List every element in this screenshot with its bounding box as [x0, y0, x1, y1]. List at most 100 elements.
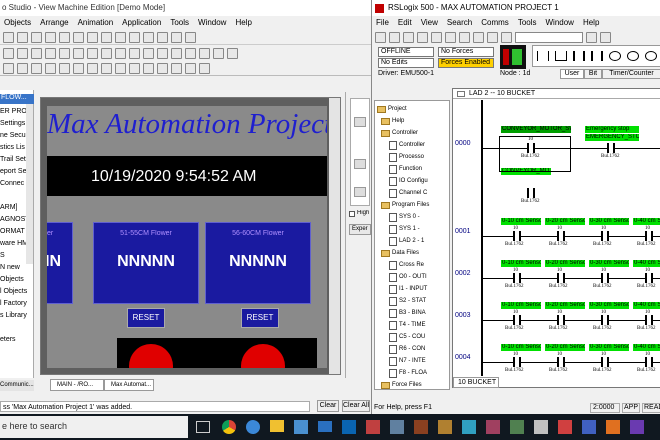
xic-contact[interactable]: [557, 273, 565, 283]
flip-h-icon[interactable]: [171, 63, 182, 74]
search-box[interactable]: e here to search: [0, 416, 188, 438]
save-icon[interactable]: [403, 31, 414, 43]
tree-item[interactable]: Controller: [377, 139, 449, 151]
tree-item[interactable]: S2 - STAT: [377, 295, 449, 307]
palette-thumb-3[interactable]: [354, 187, 366, 197]
line-tool-icon[interactable]: [17, 47, 28, 59]
ungroup-icon[interactable]: [45, 63, 56, 74]
undo-icon[interactable]: [73, 31, 84, 43]
app-icon-3[interactable]: [414, 420, 428, 434]
menu-animation[interactable]: Animation: [78, 17, 114, 29]
app-icon-9[interactable]: [558, 420, 572, 434]
tree-item[interactable]: C5 - COU: [377, 331, 449, 343]
app-icon-5[interactable]: [462, 420, 476, 434]
xic-contact[interactable]: [513, 273, 521, 283]
instr-rung-icon[interactable]: [537, 51, 549, 61]
search-combo[interactable]: [515, 31, 583, 43]
xic-contact[interactable]: [645, 273, 653, 283]
rectangle-tool-icon[interactable]: [45, 47, 56, 59]
rotate-icon[interactable]: [199, 63, 210, 74]
xic-contact[interactable]: [557, 315, 565, 325]
file-explorer-icon[interactable]: [270, 420, 284, 432]
xic-contact[interactable]: [645, 357, 653, 367]
tree-item[interactable]: SYS 0 -: [377, 211, 449, 223]
group-icon[interactable]: [31, 63, 42, 74]
menu-objects[interactable]: Objects: [4, 17, 31, 29]
explorer-scrollbar[interactable]: [26, 104, 33, 264]
tree-item[interactable]: LAD 2 - 1: [377, 235, 449, 247]
app-icon-6[interactable]: [486, 420, 500, 434]
xic-contact[interactable]: [513, 357, 521, 367]
mode-status[interactable]: OFFLINE: [378, 47, 434, 57]
instr-tab-user[interactable]: User: [560, 69, 584, 79]
ladder-tab-10-bucket[interactable]: 10 BUCKET: [453, 377, 499, 388]
flip-v-icon[interactable]: [185, 63, 196, 74]
xic-contact[interactable]: [601, 273, 609, 283]
app-icon-4[interactable]: [438, 420, 452, 434]
tree-item[interactable]: O0 - OUTI: [377, 271, 449, 283]
tree-item[interactable]: Program Files: [377, 199, 449, 211]
align-bottom-icon[interactable]: [129, 63, 140, 74]
align-icon[interactable]: [185, 31, 196, 43]
reset-button-1[interactable]: RESET: [127, 308, 165, 328]
bring-front-icon[interactable]: [3, 63, 14, 74]
tree-item[interactable]: I1 - INPUT: [377, 283, 449, 295]
tree-item[interactable]: R6 - CON: [377, 343, 449, 355]
explorer-dropdown[interactable]: FLOW...: [0, 94, 34, 104]
menu-help[interactable]: Help: [235, 17, 251, 29]
paste-icon[interactable]: [59, 31, 70, 43]
menu-application[interactable]: Application: [122, 17, 161, 29]
explorer-item[interactable]: [0, 322, 34, 334]
explorer-item[interactable]: l Objects: [0, 286, 34, 298]
tree-item[interactable]: IO Configu: [377, 175, 449, 187]
save-icon[interactable]: [17, 31, 28, 43]
tree-item[interactable]: F8 - FLOA: [377, 367, 449, 379]
editor-vscroll[interactable]: [329, 98, 340, 374]
redo-icon[interactable]: [87, 31, 98, 43]
new-icon[interactable]: [375, 31, 386, 43]
cut-icon[interactable]: [31, 31, 42, 43]
image-tool-icon[interactable]: [115, 47, 126, 59]
explorer-item[interactable]: eters: [0, 334, 34, 346]
send-back-icon[interactable]: [17, 63, 28, 74]
open-icon[interactable]: [389, 31, 400, 43]
forces-status[interactable]: No Forces: [438, 47, 494, 57]
xic-contact[interactable]: [645, 231, 653, 241]
clear-all-button[interactable]: Clear All: [342, 400, 370, 412]
run-icon[interactable]: [157, 31, 168, 43]
explorer-item[interactable]: l Factory: [0, 298, 34, 310]
app-icon-10[interactable]: [582, 420, 596, 434]
cut-icon[interactable]: [431, 31, 442, 43]
instr-otl-icon[interactable]: [627, 51, 639, 61]
menu-window[interactable]: Window: [546, 17, 574, 29]
alarm-tool-icon[interactable]: [227, 47, 238, 59]
tree-item[interactable]: Channel C: [377, 187, 449, 199]
xic-contact[interactable]: [557, 231, 565, 241]
app-icon-2[interactable]: [390, 420, 404, 434]
menu-tools[interactable]: Tools: [518, 17, 537, 29]
polyline-tool-icon[interactable]: [31, 47, 42, 59]
gauge-tool-icon[interactable]: [185, 47, 196, 59]
tab-main[interactable]: MAIN - /RO...: [50, 379, 104, 391]
space-h-icon[interactable]: [143, 63, 154, 74]
align-left-icon[interactable]: [59, 63, 70, 74]
align-middle-icon[interactable]: [115, 63, 126, 74]
chrome-icon[interactable]: [222, 420, 236, 434]
tree-item[interactable]: Project: [377, 103, 449, 115]
app-icon-8[interactable]: [534, 420, 548, 434]
space-v-icon[interactable]: [157, 63, 168, 74]
button-tool-icon[interactable]: [129, 47, 140, 59]
tree-item[interactable]: Force Files: [377, 379, 449, 389]
display-tool-icon[interactable]: [143, 47, 154, 59]
outlook-icon[interactable]: [342, 420, 356, 434]
xic-contact[interactable]: [601, 231, 609, 241]
menu-edit[interactable]: Edit: [398, 17, 412, 29]
zoom-icon[interactable]: [600, 31, 611, 43]
undo-icon[interactable]: [473, 31, 484, 43]
menu-arrange[interactable]: Arrange: [40, 17, 68, 29]
menu-comms[interactable]: Comms: [481, 17, 509, 29]
copy-icon[interactable]: [445, 31, 456, 43]
xic-contact[interactable]: [645, 315, 653, 325]
copy-icon[interactable]: [45, 31, 56, 43]
instr-branch-icon[interactable]: [555, 51, 567, 61]
